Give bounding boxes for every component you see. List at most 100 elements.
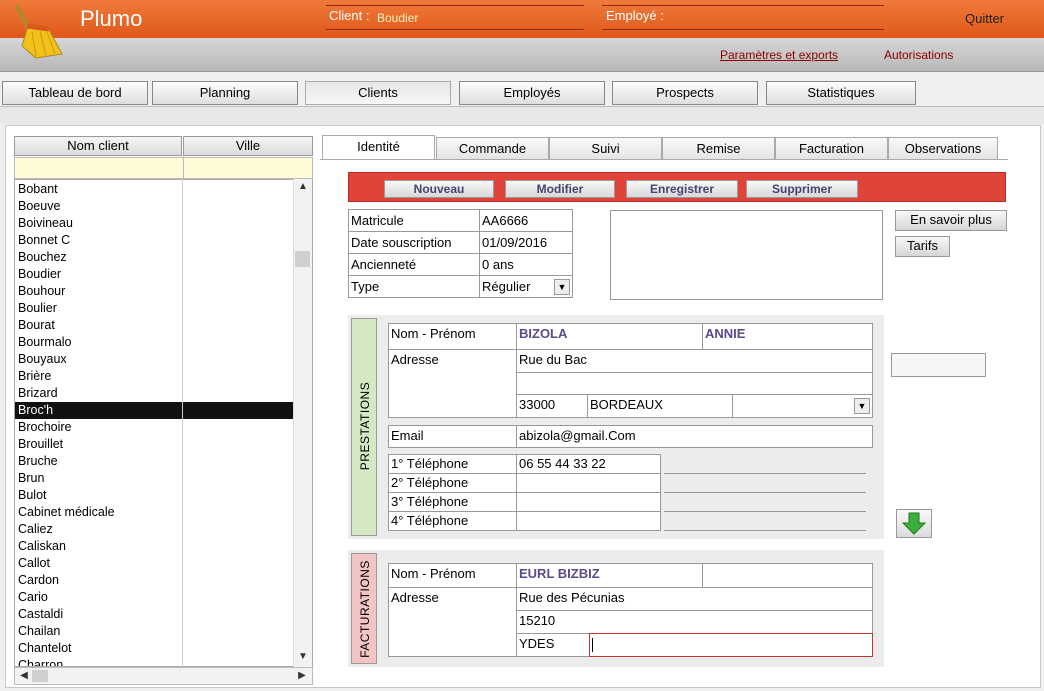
list-item[interactable]: Boivineau <box>15 215 294 232</box>
phone1-field[interactable]: 06 55 44 33 22 <box>516 454 661 474</box>
tab-clients[interactable]: Clients <box>305 81 451 105</box>
scroll-up-icon[interactable]: ▲ <box>295 181 311 192</box>
chevron-down-icon[interactable]: ▼ <box>554 279 570 295</box>
rates-button[interactable]: Tarifs <box>895 236 950 257</box>
billing-name2-field[interactable] <box>702 563 873 588</box>
list-item[interactable]: Brière <box>15 368 294 385</box>
list-item[interactable]: Caliskan <box>15 538 294 555</box>
column-divider <box>182 179 183 667</box>
list-item[interactable]: Bouhour <box>15 283 294 300</box>
list-item[interactable]: Bulot <box>15 487 294 504</box>
filter-row[interactable] <box>14 157 313 179</box>
scroll-thumb[interactable] <box>295 251 310 267</box>
tab-observations[interactable]: Observations <box>888 137 998 160</box>
list-item[interactable]: Castaldi <box>15 606 294 623</box>
matricule-field[interactable]: AA6666 <box>479 209 573 232</box>
divider <box>602 5 884 6</box>
new-button[interactable]: Nouveau <box>384 180 494 198</box>
list-item[interactable]: Brun <box>15 470 294 487</box>
prestations-tab: PRESTATIONS <box>351 318 377 536</box>
billing-city-field[interactable]: YDES <box>516 633 590 657</box>
tab-identity[interactable]: Identité <box>322 135 435 159</box>
billing-zip-field[interactable]: 15210 <box>516 610 873 634</box>
zip-field[interactable]: 33000 <box>516 394 588 418</box>
type-select[interactable]: Régulier ▼ <box>479 275 573 298</box>
list-item[interactable]: Bourat <box>15 317 294 334</box>
list-item[interactable]: Bouchez <box>15 249 294 266</box>
client-value: Boudier <box>377 11 419 25</box>
extra-field[interactable] <box>891 353 986 377</box>
billing-city-input[interactable] <box>589 633 873 657</box>
prestations-label: PRESTATIONS <box>358 381 372 471</box>
tab-employees[interactable]: Employés <box>459 81 605 105</box>
phone4-label: 4° Téléphone <box>388 511 517 531</box>
billing-address-field[interactable]: Rue des Pécunias <box>516 587 873 611</box>
list-item[interactable]: Chailan <box>15 623 294 640</box>
phone3-field[interactable] <box>516 492 661 512</box>
column-header-name[interactable]: Nom client <box>14 136 182 156</box>
edit-button[interactable]: Modifier <box>505 180 615 198</box>
list-item[interactable]: Boulier <box>15 300 294 317</box>
divider <box>326 5 584 6</box>
notes-box[interactable] <box>610 210 883 300</box>
scroll-right-icon[interactable]: ▶ <box>294 670 310 681</box>
quit-button[interactable]: Quitter <box>965 11 1004 26</box>
permissions-link[interactable]: Autorisations <box>884 48 953 62</box>
list-item[interactable]: Caliez <box>15 521 294 538</box>
list-item[interactable]: Cario <box>15 589 294 606</box>
address-line2-field[interactable] <box>516 372 873 395</box>
vertical-scrollbar[interactable]: ▲ ▼ <box>293 179 312 667</box>
divider <box>326 29 584 30</box>
scroll-thumb[interactable] <box>32 670 48 682</box>
list-item[interactable]: Charron <box>15 657 294 666</box>
list-item[interactable]: Cardon <box>15 572 294 589</box>
billing-name-field[interactable]: EURL BIZBIZ <box>516 563 703 588</box>
list-item[interactable]: Brochoire <box>15 419 294 436</box>
list-item[interactable]: Boeuve <box>15 198 294 215</box>
scroll-down-icon[interactable]: ▼ <box>295 651 311 662</box>
list-item[interactable]: Brizard <box>15 385 294 402</box>
list-item[interactable]: Bourmalo <box>15 334 294 351</box>
list-item[interactable]: Chantelot <box>15 640 294 657</box>
address-line1-field[interactable]: Rue du Bac <box>516 349 873 373</box>
list-item[interactable]: Cabinet médicale <box>15 504 294 521</box>
list-item[interactable]: Bouyaux <box>15 351 294 368</box>
tab-statistics[interactable]: Statistiques <box>766 81 916 105</box>
tab-planning[interactable]: Planning <box>152 81 298 105</box>
horizontal-scrollbar[interactable]: ◀ ▶ <box>14 667 313 685</box>
list-item[interactable]: Boudier <box>15 266 294 283</box>
phone1-label: 1° Téléphone <box>388 454 517 474</box>
scroll-left-icon[interactable]: ◀ <box>16 670 32 681</box>
phone4-field[interactable] <box>516 511 661 531</box>
tab-discount[interactable]: Remise <box>662 137 775 160</box>
phone4-note-line <box>664 530 866 531</box>
list-item[interactable]: Bobant <box>15 181 294 198</box>
list-item[interactable]: Bruche <box>15 453 294 470</box>
client-list[interactable]: Bobant Boeuve Boivineau Bonnet C Bouchez Boud… <box>14 179 313 667</box>
phone2-note-line <box>664 492 866 493</box>
tab-dashboard[interactable]: Tableau de bord <box>2 81 148 105</box>
last-name-field[interactable]: BIZOLA <box>516 323 703 350</box>
column-header-city[interactable]: Ville <box>183 136 313 156</box>
delete-button[interactable]: Supprimer <box>746 180 858 198</box>
tab-billing[interactable]: Facturation <box>775 137 888 160</box>
email-field[interactable]: abizola@gmail.Com <box>516 425 873 448</box>
copy-down-button[interactable] <box>896 509 932 538</box>
list-item[interactable]: Bonnet C <box>15 232 294 249</box>
city-field[interactable]: BORDEAUX <box>587 394 733 418</box>
first-name-field[interactable]: ANNIE <box>702 323 873 350</box>
tab-prospects[interactable]: Prospects <box>612 81 758 105</box>
phone2-field[interactable] <box>516 473 661 493</box>
tab-order[interactable]: Commande <box>436 137 549 160</box>
list-item[interactable]: Callot <box>15 555 294 572</box>
settings-exports-link[interactable]: Paramètres et exports <box>720 48 838 62</box>
chevron-down-icon[interactable]: ▼ <box>854 398 870 414</box>
tab-followup[interactable]: Suivi <box>549 137 662 160</box>
save-button[interactable]: Enregistrer <box>626 180 738 198</box>
city-select[interactable]: ▼ <box>732 394 873 418</box>
employee-label: Employé : <box>606 8 664 23</box>
list-item[interactable]: Broc'h <box>15 402 294 419</box>
list-item[interactable]: Brouillet <box>15 436 294 453</box>
date-field[interactable]: 01/09/2016 <box>479 231 573 254</box>
more-info-button[interactable]: En savoir plus <box>895 210 1007 231</box>
